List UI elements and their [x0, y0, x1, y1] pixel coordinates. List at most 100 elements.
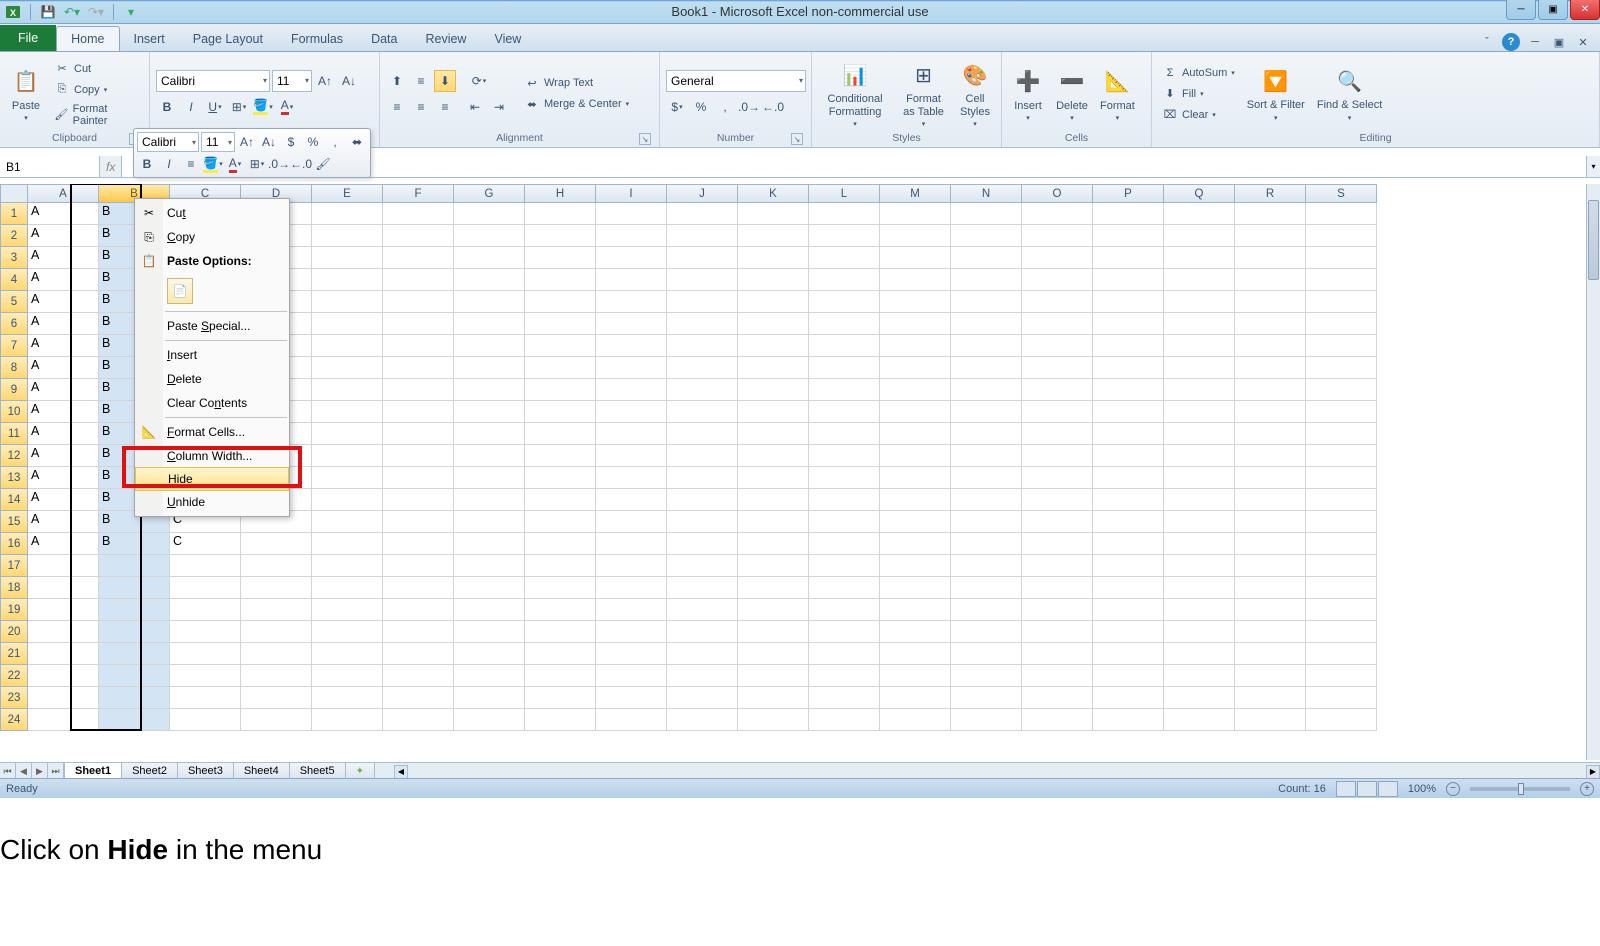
cell[interactable]	[1093, 423, 1164, 445]
cell[interactable]	[312, 445, 383, 467]
tab-formulas[interactable]: Formulas	[277, 27, 357, 51]
cell[interactable]	[880, 269, 951, 291]
cell[interactable]	[951, 401, 1022, 423]
cell[interactable]	[809, 401, 880, 423]
cell[interactable]	[1022, 511, 1093, 533]
name-box[interactable]: B1	[0, 156, 100, 177]
row-header-18[interactable]: 18	[0, 577, 28, 599]
cell[interactable]: C	[170, 533, 241, 555]
cell[interactable]: A	[28, 313, 99, 335]
underline-button[interactable]: U▾	[204, 96, 226, 118]
cell[interactable]	[738, 621, 809, 643]
ctx-hide[interactable]: Hide	[135, 467, 289, 491]
cell[interactable]	[383, 225, 454, 247]
cell[interactable]	[525, 269, 596, 291]
cell[interactable]	[1235, 247, 1306, 269]
cell[interactable]	[1235, 379, 1306, 401]
cell[interactable]	[809, 599, 880, 621]
wb-close-icon[interactable]: ✕	[1574, 33, 1592, 51]
cell[interactable]	[809, 445, 880, 467]
minimize-ribbon-icon[interactable]: ˇ	[1478, 33, 1496, 51]
cell[interactable]	[809, 247, 880, 269]
row-header-13[interactable]: 13	[0, 467, 28, 489]
cell[interactable]	[667, 313, 738, 335]
cell[interactable]	[738, 445, 809, 467]
cell[interactable]	[1306, 291, 1377, 313]
cell[interactable]	[951, 599, 1022, 621]
cell[interactable]	[1164, 291, 1235, 313]
cell[interactable]	[809, 709, 880, 731]
cell[interactable]	[1235, 533, 1306, 555]
mini-center[interactable]: ≡	[181, 154, 201, 174]
cell[interactable]	[667, 467, 738, 489]
expand-fx-icon[interactable]: ▾	[1586, 156, 1600, 177]
cell[interactable]	[454, 643, 525, 665]
cell[interactable]	[1306, 643, 1377, 665]
ctx-insert[interactable]: Insert	[135, 343, 289, 367]
cell[interactable]	[667, 423, 738, 445]
cell[interactable]	[880, 709, 951, 731]
cell[interactable]	[312, 599, 383, 621]
ctx-format-cells[interactable]: 📐Format Cells...	[135, 420, 289, 444]
copy-button[interactable]: ⎘Copy▾	[50, 80, 143, 100]
cell[interactable]	[454, 357, 525, 379]
cell[interactable]	[525, 687, 596, 709]
wb-minimize-icon[interactable]: ─	[1526, 33, 1544, 51]
clear-button[interactable]: ⌧Clear ▾	[1158, 105, 1239, 125]
cell[interactable]	[951, 291, 1022, 313]
row-header-12[interactable]: 12	[0, 445, 28, 467]
ctx-delete[interactable]: Delete	[135, 367, 289, 391]
row-header-3[interactable]: 3	[0, 247, 28, 269]
cell[interactable]	[28, 555, 99, 577]
column-header-J[interactable]: J	[667, 184, 738, 203]
cell[interactable]	[383, 379, 454, 401]
cell[interactable]	[1235, 313, 1306, 335]
cell[interactable]	[383, 247, 454, 269]
cell[interactable]	[1022, 225, 1093, 247]
cell[interactable]	[525, 379, 596, 401]
cell[interactable]	[738, 401, 809, 423]
cell[interactable]	[525, 203, 596, 225]
cell[interactable]	[596, 621, 667, 643]
cell[interactable]	[951, 445, 1022, 467]
column-header-A[interactable]: A	[28, 184, 99, 203]
autosum-button[interactable]: ΣAutoSum ▾	[1158, 63, 1239, 83]
cell[interactable]	[454, 335, 525, 357]
cut-button[interactable]: ✂Cut	[50, 59, 143, 79]
cell[interactable]	[1093, 379, 1164, 401]
cell[interactable]	[738, 379, 809, 401]
cell[interactable]	[383, 291, 454, 313]
cell[interactable]	[667, 621, 738, 643]
cell[interactable]	[383, 445, 454, 467]
mini-size-combo[interactable]: 11▾	[201, 132, 235, 152]
cell[interactable]	[1022, 401, 1093, 423]
save-icon[interactable]: 💾	[39, 3, 57, 21]
column-header-H[interactable]: H	[525, 184, 596, 203]
cell[interactable]: A	[28, 203, 99, 225]
cell[interactable]	[1093, 247, 1164, 269]
cell[interactable]	[312, 423, 383, 445]
minimize-button[interactable]: ─	[1506, 0, 1536, 20]
cell[interactable]	[170, 577, 241, 599]
cell[interactable]	[170, 709, 241, 731]
cell[interactable]	[738, 599, 809, 621]
cell[interactable]	[738, 357, 809, 379]
cell[interactable]	[596, 247, 667, 269]
cell[interactable]	[667, 203, 738, 225]
cell[interactable]	[951, 357, 1022, 379]
cell[interactable]: A	[28, 379, 99, 401]
cell[interactable]	[525, 709, 596, 731]
cell[interactable]	[241, 533, 312, 555]
cell[interactable]	[809, 621, 880, 643]
cell[interactable]: A	[28, 467, 99, 489]
cell[interactable]	[1235, 445, 1306, 467]
cell[interactable]	[454, 511, 525, 533]
vertical-scrollbar[interactable]	[1586, 184, 1600, 760]
cell[interactable]	[1164, 313, 1235, 335]
cell[interactable]	[312, 225, 383, 247]
cell[interactable]	[312, 533, 383, 555]
cell[interactable]	[1164, 467, 1235, 489]
column-header-R[interactable]: R	[1235, 184, 1306, 203]
cell[interactable]	[1022, 291, 1093, 313]
cell[interactable]	[525, 445, 596, 467]
